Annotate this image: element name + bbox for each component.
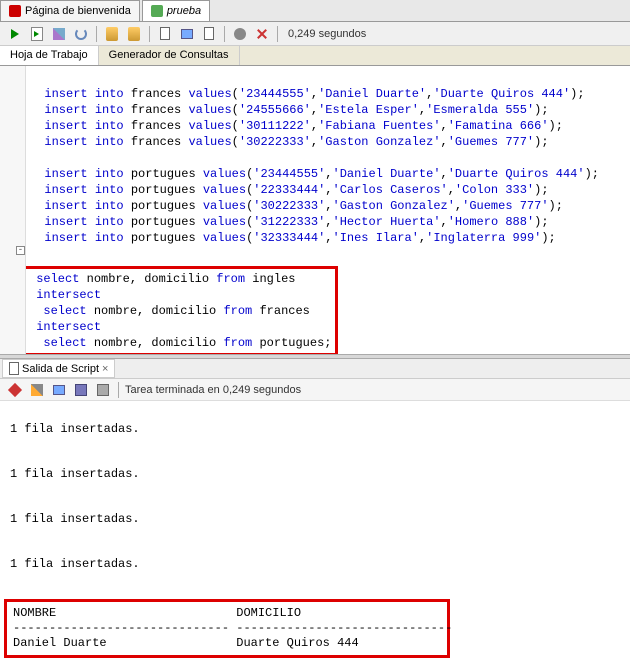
autotrace-button[interactable] xyxy=(72,25,90,43)
toolbar-separator xyxy=(118,382,119,398)
result-val-nombre: Daniel Duarte xyxy=(13,636,107,650)
eraser-icon xyxy=(53,385,65,395)
history-icon xyxy=(204,27,214,40)
save-output-button[interactable] xyxy=(72,381,90,399)
tab-prueba[interactable]: prueba xyxy=(142,0,210,21)
close-output-tab[interactable]: × xyxy=(102,363,108,375)
run-script-button[interactable] xyxy=(28,25,46,43)
output-toolbar: Tarea terminada en 0,249 segundos xyxy=(0,379,630,401)
tab-welcome[interactable]: Página de bienvenida xyxy=(0,0,140,21)
output-panel: Salida de Script × Tarea terminada en 0,… xyxy=(0,359,630,664)
output-row-msg: 1 fila insertadas. xyxy=(10,557,140,571)
cancel-button[interactable] xyxy=(253,25,271,43)
clear-icon xyxy=(181,29,193,39)
edit-button[interactable] xyxy=(28,381,46,399)
output-status: Tarea terminada en 0,249 segundos xyxy=(125,384,301,396)
settings-button[interactable] xyxy=(231,25,249,43)
pin-button[interactable] xyxy=(6,381,24,399)
toolbar-separator xyxy=(149,26,150,42)
tab-welcome-label: Página de bienvenida xyxy=(25,5,131,17)
commit-button[interactable] xyxy=(103,25,121,43)
output-tabs: Salida de Script × xyxy=(0,359,630,379)
result-sep: ------------------------------ xyxy=(236,621,452,635)
output-body[interactable]: 1 fila insertadas. 1 fila insertadas. 1 … xyxy=(0,401,630,664)
fold-marker[interactable]: - xyxy=(16,246,25,255)
tab-querybuilder[interactable]: Generador de Consultas xyxy=(99,46,240,65)
play-doc-icon xyxy=(31,27,43,41)
pencil-icon xyxy=(31,384,43,396)
result-sep: ------------------------------ xyxy=(13,621,229,635)
pin-icon xyxy=(8,382,22,396)
clear-button[interactable] xyxy=(178,25,196,43)
script-output-icon xyxy=(9,362,19,375)
stop-icon xyxy=(257,29,267,39)
result-val-domicilio: Duarte Quiros 444 xyxy=(236,636,358,650)
result-col-domicilio: DOMICILIO xyxy=(236,606,301,620)
sql-editor[interactable]: - insert into frances values('23444555',… xyxy=(0,66,630,354)
main-toolbar: 0,249 segundos xyxy=(0,22,630,46)
result-col-nombre: NOMBRE xyxy=(13,606,56,620)
print-output-button[interactable] xyxy=(94,381,112,399)
doc-icon xyxy=(160,27,170,40)
clear-output-button[interactable] xyxy=(50,381,68,399)
disk-icon xyxy=(75,384,87,396)
toolbar-separator xyxy=(277,26,278,42)
file-tabs: Página de bienvenida prueba xyxy=(0,0,630,22)
result-highlight: NOMBRE DOMICILIO -----------------------… xyxy=(4,599,450,658)
rollback-button[interactable] xyxy=(125,25,143,43)
rollback-icon xyxy=(128,27,140,41)
elapsed-time: 0,249 segundos xyxy=(288,28,366,40)
toolbar-separator xyxy=(96,26,97,42)
autotrace-icon xyxy=(75,28,87,40)
explain-button[interactable] xyxy=(50,25,68,43)
explain-icon xyxy=(53,28,65,40)
history-button[interactable] xyxy=(200,25,218,43)
output-row-msg: 1 fila insertadas. xyxy=(10,467,140,481)
output-row-msg: 1 fila insertadas. xyxy=(10,422,140,436)
code-area[interactable]: insert into frances values('23444555','D… xyxy=(30,70,630,354)
sql-file-icon xyxy=(151,5,163,17)
output-tab-script[interactable]: Salida de Script × xyxy=(2,359,115,378)
oracle-icon xyxy=(9,5,21,17)
commit-icon xyxy=(106,27,118,41)
output-tab-label: Salida de Script xyxy=(22,363,99,375)
play-icon xyxy=(11,29,19,39)
worksheet-tabs: Hoja de Trabajo Generador de Consultas xyxy=(0,46,630,66)
gear-icon xyxy=(234,28,246,40)
unshared-button[interactable] xyxy=(156,25,174,43)
print-icon xyxy=(97,384,109,396)
editor-gutter xyxy=(0,66,26,354)
tab-worksheet[interactable]: Hoja de Trabajo xyxy=(0,46,99,65)
tab-prueba-label: prueba xyxy=(167,5,201,17)
toolbar-separator xyxy=(224,26,225,42)
run-button[interactable] xyxy=(6,25,24,43)
output-row-msg: 1 fila insertadas. xyxy=(10,512,140,526)
